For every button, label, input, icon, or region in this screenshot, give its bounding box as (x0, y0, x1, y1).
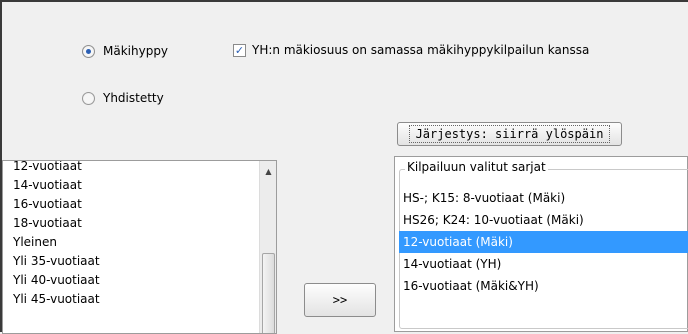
window-border-top (0, 0, 688, 2)
list-item[interactable]: Yleinen (9, 233, 100, 252)
checkmark-icon[interactable]: ✓ (233, 43, 246, 57)
combined-jump-label: YH:n mäkiosuus on samassa mäkihyppykilpa… (252, 43, 590, 57)
list-item[interactable]: 14-vuotiaat (9, 176, 100, 195)
selected-classes-list[interactable]: HS-; K15: 8-vuotiaat (Mäki) HS26; K24: 1… (399, 187, 688, 297)
sort-up-button-label: Järjestys: siirrä ylöspäin (408, 125, 611, 143)
available-list-items: 12-vuotiaat 14-vuotiaat 16-vuotiaat 18-v… (9, 161, 100, 309)
scroll-thumb[interactable] (262, 253, 275, 333)
move-right-button-label: >> (332, 293, 348, 307)
available-classes-list[interactable]: 12-vuotiaat 14-vuotiaat 16-vuotiaat 18-v… (2, 160, 277, 334)
list-item[interactable]: HS26; K24: 10-vuotiaat (Mäki) (399, 209, 688, 231)
selected-classes-panel: Kilpailuun valitut sarjat HS-; K15: 8-vu… (394, 156, 688, 332)
sort-up-button[interactable]: Järjestys: siirrä ylöspäin (397, 122, 622, 146)
move-right-button[interactable]: >> (304, 283, 376, 317)
radio-selected-icon[interactable] (82, 44, 95, 58)
app-window: Mäkihyppy Yhdistetty ✓ YH:n mäkiosuus on… (0, 0, 688, 334)
radio-yhdistetty[interactable]: Yhdistetty (82, 91, 164, 105)
list-item[interactable]: 16-vuotiaat (9, 195, 100, 214)
radio-makihyppy-label: Mäkihyppy (103, 44, 169, 58)
list-item[interactable]: 14-vuotiaat (YH) (399, 253, 688, 275)
radio-makihyppy[interactable]: Mäkihyppy (82, 44, 168, 58)
scroll-up-arrow-icon[interactable]: ▲ (260, 163, 276, 180)
radio-unselected-icon[interactable] (82, 91, 95, 105)
selected-classes-title: Kilpailuun valitut sarjat (405, 160, 548, 174)
combined-jump-checkbox[interactable]: ✓ YH:n mäkiosuus on samassa mäkihyppykil… (233, 43, 589, 57)
list-item[interactable]: Yli 45-vuotiaat (9, 290, 100, 309)
list-item[interactable]: 12-vuotiaat (9, 161, 100, 176)
list-item[interactable]: HS-; K15: 8-vuotiaat (Mäki) (399, 187, 688, 209)
list-item[interactable]: 16-vuotiaat (Mäki&YH) (399, 275, 688, 297)
list-item-selected[interactable]: 12-vuotiaat (Mäki) (399, 231, 688, 253)
radio-yhdistetty-label: Yhdistetty (103, 91, 164, 105)
list-item[interactable]: Yli 35-vuotiaat (9, 252, 100, 271)
list-item[interactable]: Yli 40-vuotiaat (9, 271, 100, 290)
list-item[interactable]: 18-vuotiaat (9, 214, 100, 233)
list-scrollbar[interactable]: ▲ (259, 161, 276, 333)
